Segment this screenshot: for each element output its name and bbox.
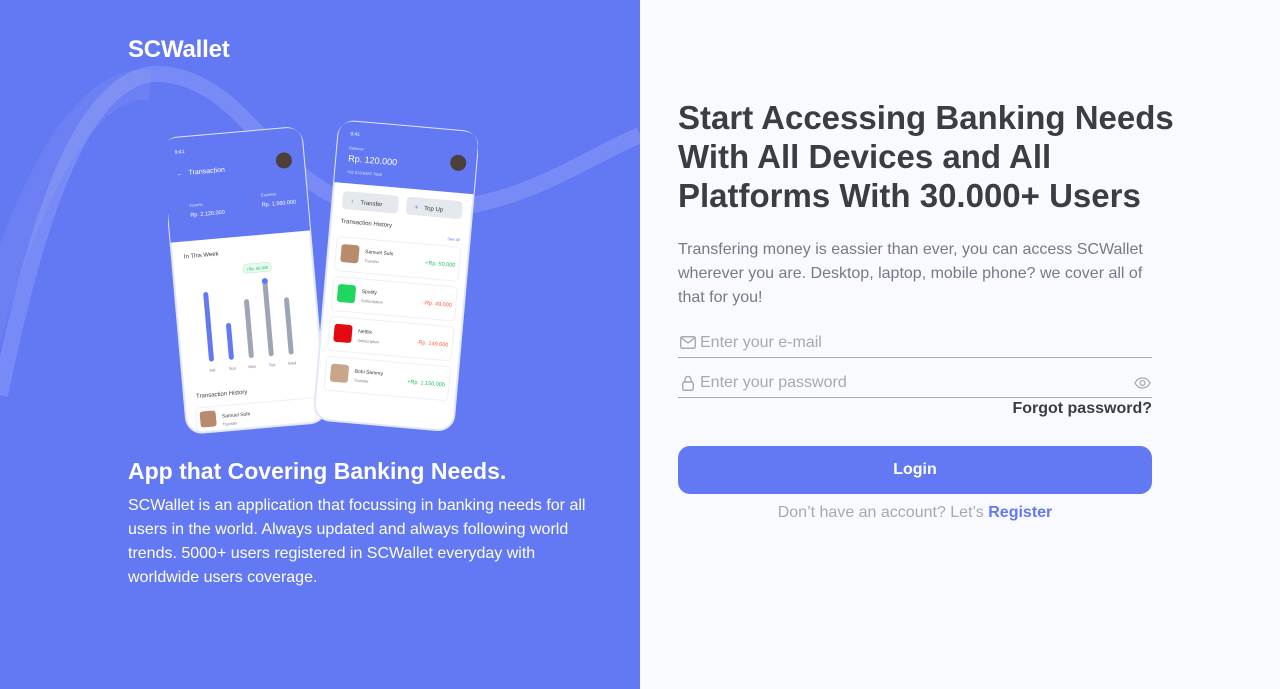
left-description: SCWallet is an application that focussin… (128, 497, 586, 586)
weekly-day-label: Wed (288, 360, 297, 366)
phones-illustration: 9:41 ← Transaction ↓ Income Rp. 2.120.00… (168, 120, 478, 434)
page-headline: Start Accessing Banking Needs With All D… (678, 99, 1174, 214)
register-line: Don’t have an account? Let’s Register (678, 504, 1152, 522)
back-time: 9:41 (175, 149, 185, 156)
weekly-day-label: Tue (269, 362, 277, 368)
mail-icon (678, 333, 698, 353)
left-title: App that Covering Banking Needs. (128, 458, 507, 484)
front-row-icon (329, 363, 349, 383)
weekly-day-label: Mon (248, 364, 256, 370)
back-arrow-icon: ← (176, 171, 183, 178)
eye-icon[interactable] (1132, 373, 1152, 393)
front-time: 9:41 (350, 131, 360, 138)
lock-icon (678, 373, 698, 393)
income-arrow-icon: ↓ (180, 206, 184, 213)
page-subtext: Transfering money is eassier than ever, … (678, 241, 1143, 306)
login-button[interactable]: Login (678, 446, 1152, 494)
front-row-icon (336, 284, 356, 304)
transfer-arrow-icon: ↑ (350, 199, 354, 206)
email-input[interactable] (698, 333, 1152, 352)
brand-logo: SCWallet (128, 36, 230, 63)
front-row-icon (333, 323, 353, 343)
front-row-icon (340, 244, 360, 264)
left-panel: SCWallet 9:41 ← Transaction ↓ Income Rp.… (0, 0, 640, 689)
register-prompt: Don’t have an account? Let’s (777, 504, 984, 521)
phone-front: 9:41 Balance Rp. 120.000 +62 813-9387-79… (313, 120, 478, 432)
front-row-name: Netflix (358, 329, 373, 336)
expense-arrow-icon: ↑ (251, 200, 255, 207)
email-field (678, 328, 1152, 358)
forgot-password-link[interactable]: Forgot password? (1012, 400, 1152, 418)
topup-plus-icon: + (414, 204, 419, 211)
register-link[interactable]: Register (988, 504, 1052, 521)
back-row-avatar (199, 410, 217, 428)
password-input[interactable] (698, 373, 1132, 392)
phone-back: 9:41 ← Transaction ↓ Income Rp. 2.120.00… (168, 127, 327, 434)
weekly-day-label: Sun (229, 365, 237, 371)
right-panel: Start Accessing Banking Needs With All D… (640, 0, 1280, 689)
password-field (678, 368, 1152, 398)
